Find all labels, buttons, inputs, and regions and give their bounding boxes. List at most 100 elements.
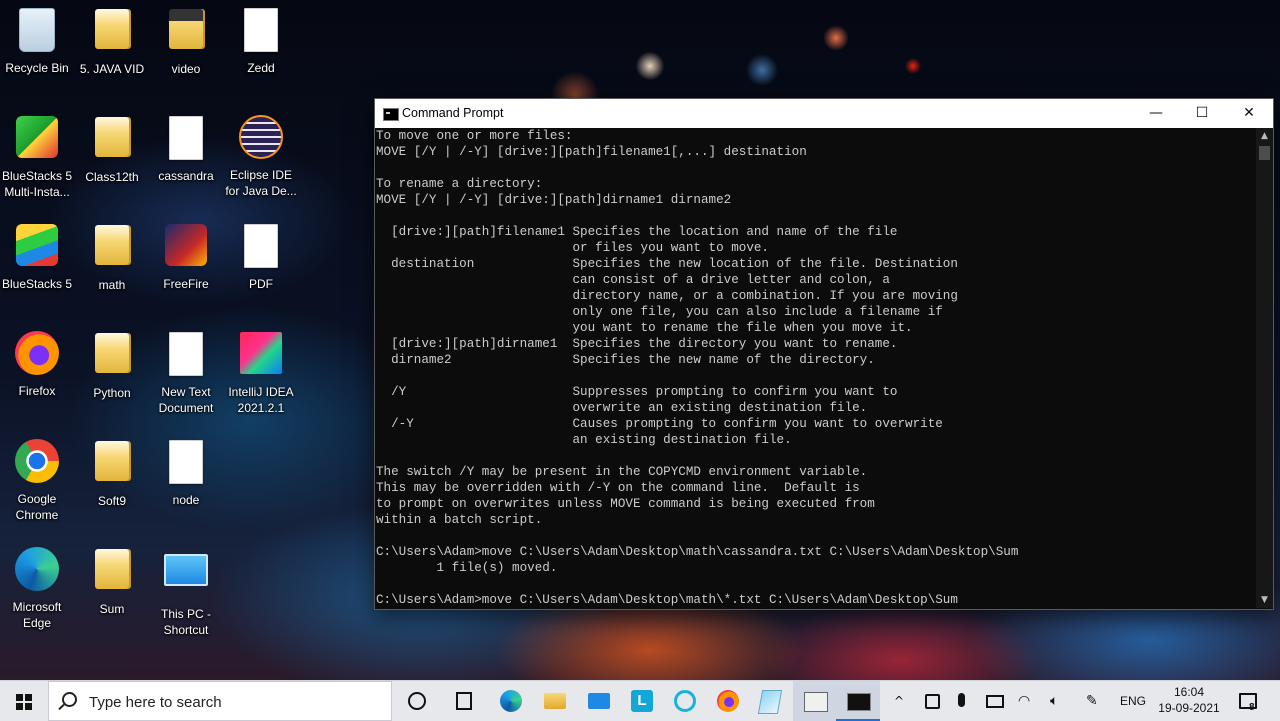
desktop-icon-label: BlueStacks 5 Multi-Insta... [1, 169, 73, 199]
console-line: [drive:][path]filename1 Specifies the lo… [376, 225, 898, 239]
desktop-icon-sum[interactable]: Sum [75, 546, 149, 617]
pen-ink-icon[interactable]: ✎ [1086, 681, 1106, 721]
desktop-icon-freefire[interactable]: FreeFire [149, 222, 223, 292]
minimize-button[interactable]: — [1133, 99, 1179, 128]
desktop-icon-soft9[interactable]: Soft9 [75, 438, 149, 509]
show-hidden-icons-chevron-up-icon[interactable]: ^ [890, 681, 908, 721]
desktop-icon-intellij[interactable]: IntelliJ IDEA 2021.2.1 [224, 330, 298, 416]
taskbar-firefox[interactable] [706, 681, 750, 721]
microphone-icon[interactable] [954, 681, 970, 721]
current-command-line[interactable]: C:\Users\Adam>move C:\Users\Adam\Desktop… [376, 592, 1256, 608]
desktop-icon-zedd[interactable]: Zedd [224, 6, 298, 76]
firefox-icon [15, 331, 59, 375]
battery-icon[interactable] [985, 681, 1005, 721]
console-line: 1 file(s) moved. [376, 561, 558, 575]
desktop-icon-java-vid[interactable]: 5. JAVA VID [75, 6, 149, 77]
recycle-bin-icon [19, 8, 55, 52]
folder-icon [95, 549, 129, 589]
scroll-up-icon[interactable]: ▲ [1256, 128, 1273, 144]
cortana-button[interactable] [394, 681, 438, 721]
console-line: directory name, or a combination. If you… [376, 289, 958, 303]
file-icon [244, 224, 278, 268]
desktop-icon-label: Class12th [85, 170, 139, 184]
desktop-icon-this-pc[interactable]: This PC - Shortcut [149, 546, 223, 638]
notification-count: 8 [1249, 702, 1255, 713]
desktop-icon-bluestacks-multi[interactable]: BlueStacks 5 Multi-Insta... [0, 114, 74, 200]
desktop-icon-node[interactable]: node [149, 438, 223, 508]
taskbar-lens-app[interactable]: L [620, 681, 664, 721]
search-icon [62, 692, 77, 707]
taskbar-notepad[interactable] [749, 681, 793, 721]
action-center-button[interactable]: 8 [1236, 681, 1260, 721]
file-icon [169, 440, 203, 484]
desktop-icon-pdf[interactable]: PDF [224, 222, 298, 292]
taskbar-file-explorer[interactable] [533, 681, 577, 721]
folder-icon [95, 117, 129, 157]
desktop-icon-firefox[interactable]: Firefox [0, 330, 74, 399]
folder-icon [95, 9, 129, 49]
window-title: Command Prompt [402, 106, 504, 120]
tray-app-icon[interactable] [922, 681, 940, 721]
language-indicator[interactable]: ENG [1120, 681, 1146, 721]
scrollbar-thumb[interactable] [1259, 146, 1270, 160]
freefire-icon [165, 224, 207, 266]
console-line: overwrite an existing destination file. [376, 401, 868, 415]
desktop-icon-eclipse[interactable]: Eclipse IDE for Java De... [224, 114, 298, 199]
snipping-tool-icon [804, 692, 828, 712]
console-line: This may be overridden with /-Y on the c… [376, 481, 860, 495]
mail-icon [588, 693, 610, 709]
desktop-icon-label: BlueStacks 5 [1, 277, 73, 291]
desktop-icon-cassandra[interactable]: cassandra [149, 114, 223, 184]
vertical-scrollbar[interactable]: ▲ ▼ [1256, 128, 1273, 608]
desktop-icon-video[interactable]: video [149, 6, 223, 77]
console-line: or files you want to move. [376, 241, 769, 255]
desktop-icon-python[interactable]: Python [75, 330, 149, 401]
start-button[interactable] [0, 681, 48, 721]
folder-icon [95, 333, 129, 373]
desktop-icon-label: Soft9 [97, 494, 127, 508]
console-line: To move one or more files: [376, 129, 573, 143]
taskbar-snipping-tool[interactable] [793, 681, 837, 721]
taskbar: Type here to search L ^ ◠ 🔈︎ ✎ ENG 16:04… [0, 680, 1280, 721]
text-file-icon [169, 116, 203, 160]
taskbar-mail[interactable] [577, 681, 621, 721]
eclipse-icon [239, 115, 283, 159]
taskbar-command-prompt[interactable] [836, 681, 880, 721]
desktop-icon-label: FreeFire [163, 277, 209, 291]
close-button[interactable]: ✕ [1226, 99, 1272, 128]
clock-time: 16:04 [1173, 685, 1205, 699]
cortana-icon [408, 692, 426, 710]
edge-icon [500, 690, 522, 712]
maximize-button[interactable]: ☐ [1179, 99, 1225, 128]
circle-app-icon [674, 690, 696, 712]
desktop-icon-google-chrome[interactable]: Google Chrome [0, 438, 74, 523]
desktop-icon-new-text-document[interactable]: New Text Document [149, 330, 223, 416]
console-output[interactable]: To move one or more files: MOVE [/Y | /-Y… [375, 128, 1256, 608]
letter-l-app-icon: L [631, 690, 653, 712]
taskbar-search-box[interactable]: Type here to search [48, 681, 392, 721]
window-titlebar[interactable]: Command Prompt — ☐ ✕ [375, 99, 1273, 128]
command-prompt-window[interactable]: Command Prompt — ☐ ✕ To move one or more… [374, 98, 1274, 610]
taskbar-cortana-circle[interactable] [663, 681, 707, 721]
volume-icon[interactable]: 🔈︎ [1050, 681, 1070, 721]
task-view-button[interactable] [441, 681, 485, 721]
console-line: /-Y Causes prompting to confirm you want… [376, 417, 943, 431]
taskbar-edge[interactable] [489, 681, 533, 721]
scroll-down-icon[interactable]: ▼ [1256, 592, 1273, 608]
desktop-icon-recycle-bin[interactable]: Recycle Bin [0, 6, 74, 76]
clock-date: 19-09-2021 [1158, 701, 1220, 715]
wifi-icon[interactable]: ◠ [1018, 681, 1038, 721]
desktop-icon-class12th[interactable]: Class12th [75, 114, 149, 185]
clock[interactable]: 16:04 19-09-2021 [1150, 684, 1228, 716]
desktop-icon-label: New Text Document [158, 385, 214, 415]
desktop-icon-label: Python [93, 386, 131, 400]
windows-logo-icon [16, 694, 32, 710]
desktop-icon-microsoft-edge[interactable]: Microsoft Edge [0, 546, 74, 631]
desktop-icon-label: Zedd [247, 61, 275, 75]
desktop-icon-bluestacks[interactable]: BlueStacks 5 [0, 222, 74, 292]
desktop-icon-math[interactable]: math [75, 222, 149, 293]
